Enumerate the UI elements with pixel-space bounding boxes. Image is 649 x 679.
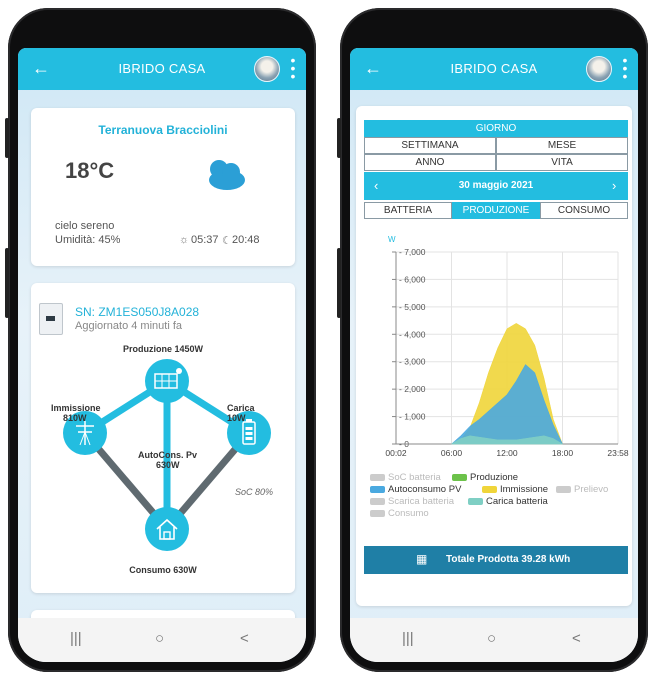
y-tick-label: - 1,000 (399, 412, 426, 422)
x-tick-label: 12:00 (496, 448, 518, 458)
recents-button[interactable]: ||| (70, 630, 82, 647)
y-axis-unit: W (388, 235, 396, 244)
back-button[interactable]: < (240, 630, 249, 647)
home-node[interactable] (145, 507, 189, 551)
more-menu-icon[interactable]: • • • (290, 53, 296, 83)
solar-panel-icon (154, 368, 182, 389)
tab-vita[interactable]: VITA (496, 154, 628, 171)
city-name: Terranuova Bracciolini (98, 123, 228, 137)
next-date-button[interactable]: › (612, 178, 616, 193)
tab-mese[interactable]: MESE (496, 137, 628, 154)
sky-condition: cielo sereno (55, 220, 115, 232)
sunrise-time: 05:37 (191, 234, 219, 246)
tab-produzione[interactable]: PRODUZIONE (452, 202, 540, 219)
legend-swatch (452, 474, 467, 481)
avatar[interactable] (254, 56, 280, 82)
system-nav-bar: ||| ○ < (18, 618, 306, 662)
immission-label: Immissione (51, 403, 101, 413)
temperature: 18°C (65, 158, 115, 183)
autocons-value: 630W (156, 460, 180, 470)
app-bar: ← IBRIDO CASA • • • (18, 48, 306, 90)
autocons-label: AutoCons. Pv (138, 450, 198, 460)
legend-item[interactable]: Autoconsumo PV (388, 484, 461, 495)
tab-consumo[interactable]: CONSUMO (540, 202, 628, 219)
consumption-label: Consumo 630W (129, 565, 197, 575)
phone-left: ← IBRIDO CASA • • • Terranuova Bracciolini… (5, 8, 316, 672)
house-icon (156, 518, 178, 540)
charge-value: 10W (227, 413, 246, 423)
tab-batteria[interactable]: BATTERIA (364, 202, 452, 219)
x-tick-label: 23:58 (607, 448, 629, 458)
total-produced-button[interactable]: ▦ Totale Prodotta 39.28 kWh (364, 546, 628, 574)
back-button[interactable]: < (572, 630, 581, 647)
production-chart: W- 0- 1,000- 2,000- 3,000- 4,000- 5,000-… (385, 235, 629, 458)
battery-soc: SoC 80% (235, 487, 274, 497)
recents-button[interactable]: ||| (402, 630, 414, 647)
production-label: Produzione 1450W (122, 344, 203, 354)
x-tick-label: 06:00 (441, 448, 463, 458)
cloud-icon (209, 160, 245, 190)
chart-card: GIORNO SETTIMANA MESE ANNO VITA ‹ 30 mag… (356, 106, 632, 606)
app-bar: ← IBRIDO CASA • • • (350, 48, 638, 90)
x-tick-label: 00:02 (385, 448, 407, 458)
avatar[interactable] (586, 56, 612, 82)
system-nav-bar: ||| ○ < (350, 618, 638, 662)
legend-swatch (468, 498, 483, 505)
solar-panel-node[interactable] (145, 359, 189, 403)
legend-swatch (556, 486, 571, 493)
y-tick-label: - 3,000 (399, 357, 426, 367)
humidity: Umidità: 45% (55, 234, 121, 246)
home-button[interactable]: ○ (155, 630, 164, 647)
legend-swatch (370, 498, 385, 505)
home-button[interactable]: ○ (487, 630, 496, 647)
legend-swatch (370, 486, 385, 493)
selected-date[interactable]: 30 maggio 2021 (364, 180, 628, 191)
legend-item[interactable]: Scarica batteria (388, 496, 454, 507)
legend-swatch (482, 486, 497, 493)
immission-value: 810W (63, 413, 87, 423)
legend-item[interactable]: Consumo (388, 508, 429, 519)
energy-flow-card: SN: ZM1ES050J8A028 Aggiornato 4 minuti f… (31, 283, 295, 593)
charge-label: Carica (227, 403, 255, 413)
screen-left: ← IBRIDO CASA • • • Terranuova Bracciolini… (18, 48, 306, 662)
y-tick-label: - 4,000 (399, 329, 426, 339)
legend-item[interactable]: Immissione (500, 484, 548, 495)
tab-settimana[interactable]: SETTIMANA (364, 137, 496, 154)
weather-card: Terranuova Bracciolini 18°C cielo sereno… (31, 108, 295, 266)
total-produced-label: Totale Prodotta 39.28 kWh (446, 554, 571, 565)
chart-legend: SoC batteria Produzione Autoconsumo PV Immi… (356, 472, 632, 532)
moon-icon: ☾ (222, 235, 232, 247)
legend-swatch (370, 510, 385, 517)
more-menu-icon[interactable]: • • • (622, 53, 628, 83)
legend-item[interactable]: Prelievo (574, 484, 608, 495)
tab-anno[interactable]: ANNO (364, 154, 496, 171)
x-tick-label: 18:00 (552, 448, 574, 458)
legend-swatch (370, 474, 385, 481)
y-tick-label: - 7,000 (399, 247, 426, 257)
date-navigator: ‹ 30 maggio 2021 › (364, 172, 628, 200)
legend-item[interactable]: Carica batteria (486, 496, 548, 507)
y-tick-label: - 6,000 (399, 274, 426, 284)
y-tick-label: - 2,000 (399, 384, 426, 394)
sunset-time: 20:48 (232, 234, 260, 246)
y-tick-label: - 5,000 (399, 302, 426, 312)
sunrise-icon: ☼ (179, 234, 190, 246)
solar-panel-icon: ▦ (416, 552, 428, 566)
phone-right: ← IBRIDO CASA • • • GIORNO SETTIMANA MESE … (337, 8, 648, 672)
legend-item[interactable]: Produzione (470, 472, 518, 483)
legend-item[interactable]: SoC batteria (388, 472, 441, 483)
screen-right: ← IBRIDO CASA • • • GIORNO SETTIMANA MESE … (350, 48, 638, 662)
tab-giorno[interactable]: GIORNO (364, 120, 628, 137)
